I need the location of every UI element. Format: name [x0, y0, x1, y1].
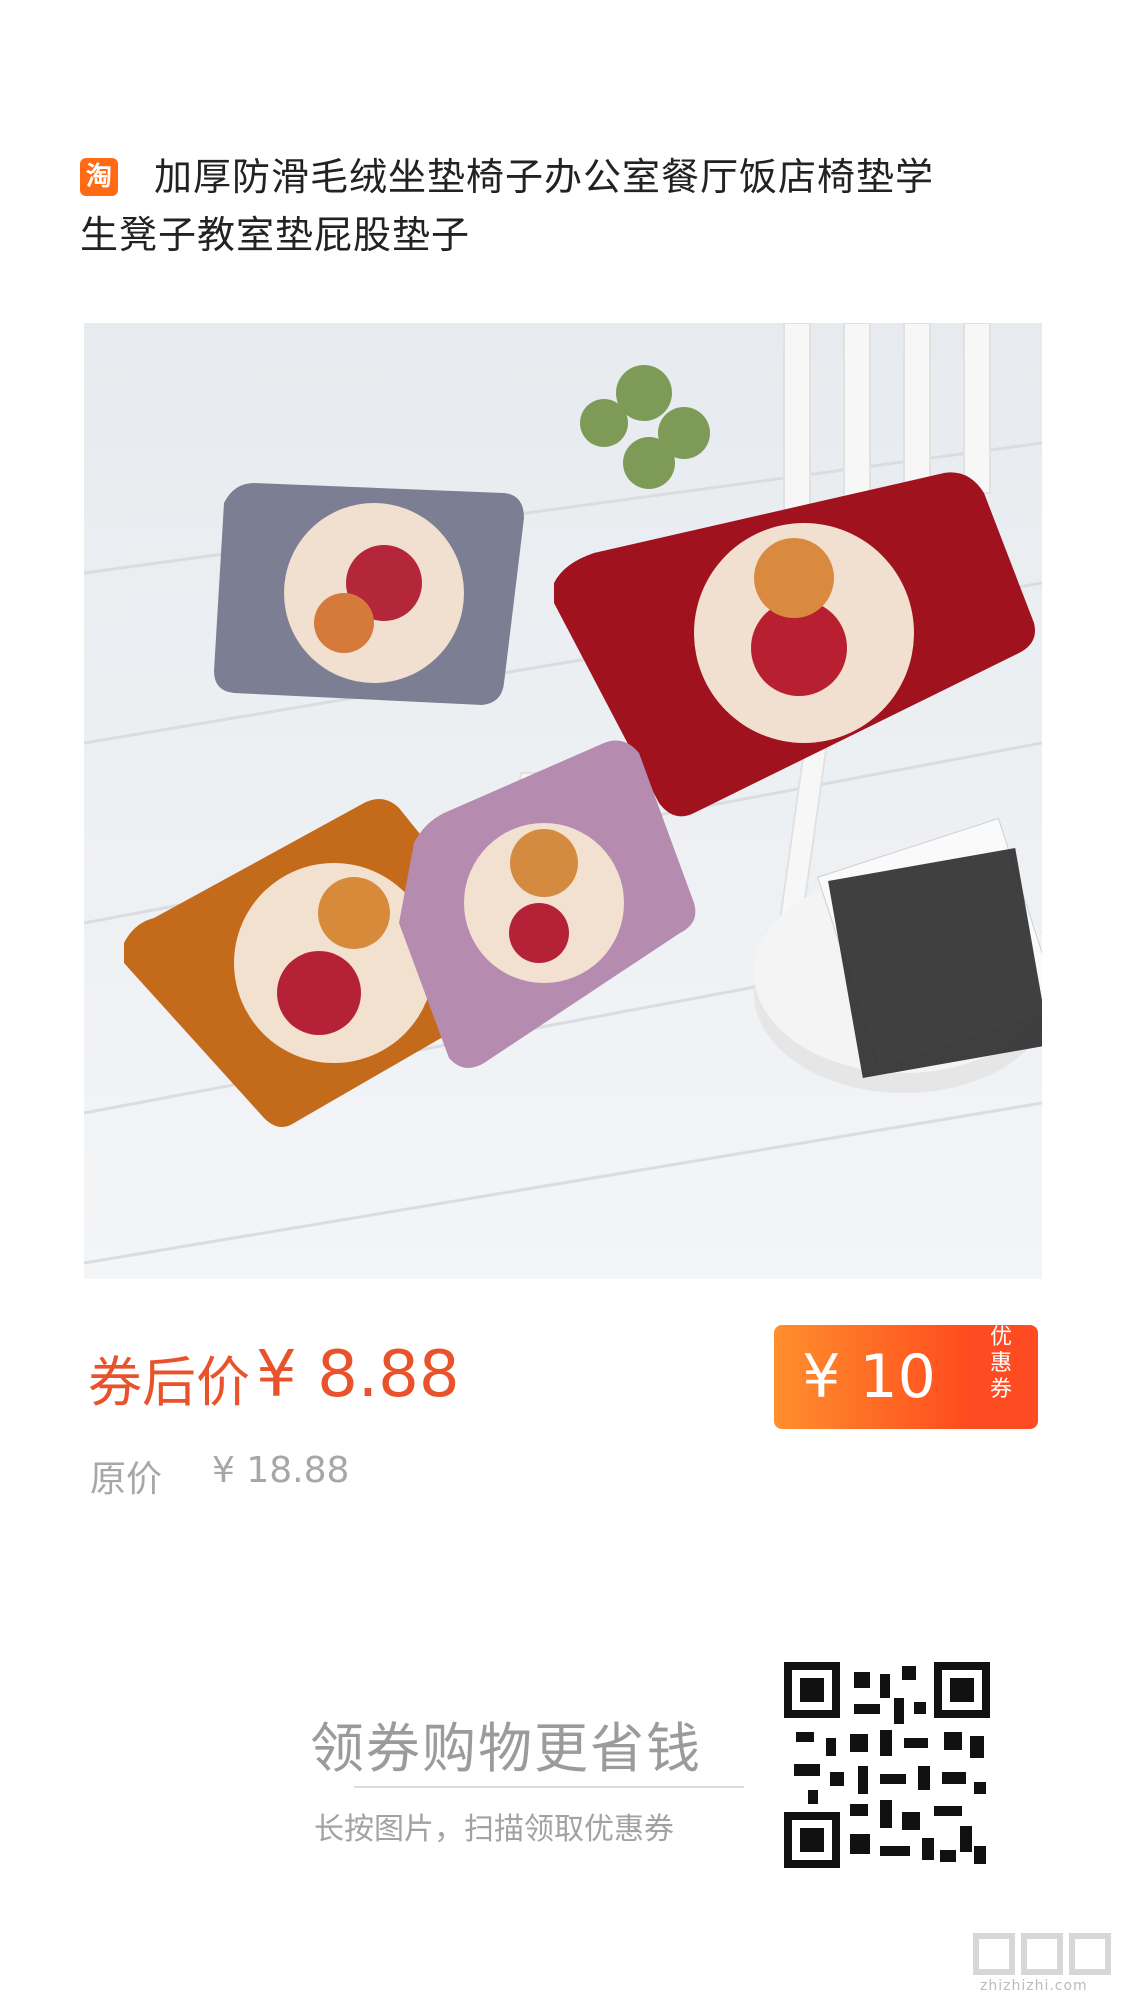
currency-symbol: ¥: [256, 1338, 297, 1412]
qr-code[interactable]: [784, 1662, 990, 1868]
coupon-side-char-3: 券: [989, 1377, 1012, 1402]
original-price-value: ¥ 18.88: [212, 1450, 350, 1491]
coupon-badge[interactable]: ¥ 10 优 惠 券: [774, 1325, 1038, 1429]
cta-title: 领券购物更省钱: [310, 1717, 702, 1780]
after-coupon-price: ¥ 8.88: [256, 1338, 460, 1412]
product-title-line-1: 加厚防滑毛绒坐垫椅子办公室餐厅饭店椅垫学: [154, 155, 935, 199]
cta-subtitle: 长按图片，扫描领取优惠券: [314, 1812, 674, 1847]
taobao-icon: 淘: [80, 158, 118, 196]
original-price-label: 原价: [90, 1459, 163, 1500]
cta-divider: [354, 1786, 744, 1788]
coupon-side-label: 优 惠 券: [964, 1325, 1038, 1429]
product-title-line-2: 生凳子教室垫屁股垫子: [80, 213, 471, 257]
coupon-amount: ¥ 10: [774, 1325, 964, 1429]
after-coupon-price-value: 8.88: [317, 1338, 460, 1412]
product-title-block: 淘 加厚防滑毛绒坐垫椅子办公室餐厅饭店椅垫学 生凳子教室垫屁股垫子: [80, 148, 980, 264]
coupon-side-char-2: 惠: [989, 1351, 1012, 1376]
coupon-side-char-1: 优: [989, 1325, 1012, 1350]
watermark-text: zhizhizhi.com: [980, 1978, 1088, 1994]
after-coupon-price-label: 券后价: [88, 1351, 250, 1414]
product-image: [84, 323, 1042, 1279]
